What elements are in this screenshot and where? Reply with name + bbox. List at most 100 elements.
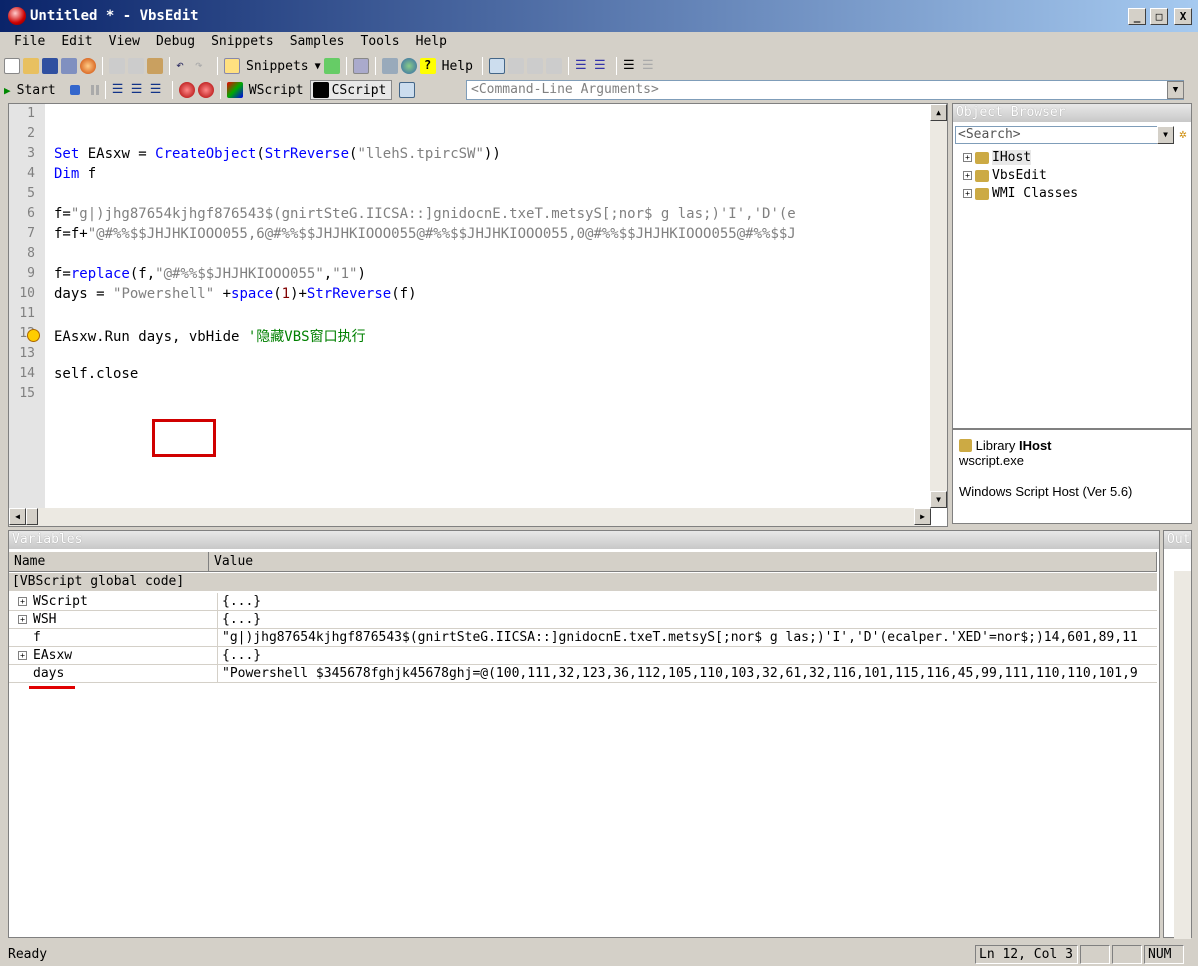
menu-debug[interactable]: Debug <box>148 32 203 52</box>
snippets-button[interactable]: Snippets <box>243 59 312 74</box>
variable-row[interactable]: days "Powershell $345678fghjk45678ghj=@(1… <box>9 665 1157 683</box>
title-bar: Untitled * - VbsEdit <box>0 0 1198 32</box>
clear-breakpoints-icon[interactable] <box>197 82 214 98</box>
code-editor[interactable]: 123456789101112131415 Set EAsxw = Create… <box>8 103 948 527</box>
expand-icon[interactable]: + <box>963 189 972 198</box>
pause-icon[interactable] <box>90 85 99 95</box>
start-button[interactable]: Start <box>14 83 59 98</box>
variable-name: f <box>33 630 41 645</box>
variable-name: EAsxw <box>33 648 73 663</box>
menu-tools[interactable]: Tools <box>353 32 408 52</box>
expand-icon[interactable]: + <box>18 597 27 606</box>
minimize-button[interactable]: _ <box>1128 8 1146 25</box>
output-scrollbar[interactable] <box>1174 571 1191 939</box>
bookmark-icon[interactable] <box>488 58 505 74</box>
editor-vertical-scrollbar[interactable]: ▲ ▼ <box>930 104 947 508</box>
code-line[interactable]: f=f+"@#%%$$JHJHKIOOO055,6@#%%$$JHJHKIOOO… <box>54 226 796 242</box>
clear-bookmarks-icon[interactable] <box>545 58 562 74</box>
open-icon[interactable] <box>23 58 39 74</box>
code-line[interactable]: days = "Powershell" +space(1)+StrReverse… <box>54 286 417 302</box>
line-number: 15 <box>19 386 35 401</box>
stop-icon[interactable] <box>69 85 80 95</box>
help-button[interactable]: Help <box>439 59 476 74</box>
expand-icon[interactable]: + <box>963 171 972 180</box>
column-header-value[interactable]: Value <box>209 552 1157 572</box>
command-line-arguments-input[interactable]: <Command-Line Arguments> <box>466 80 1184 100</box>
prev-bookmark-icon[interactable] <box>507 58 524 74</box>
output-panel: Out <box>1163 530 1192 939</box>
indent-icon[interactable]: ☰ <box>575 58 591 74</box>
code-line[interactable]: Dim f <box>54 166 96 182</box>
menu-edit[interactable]: Edit <box>53 32 100 52</box>
expand-icon[interactable]: + <box>963 153 972 162</box>
toggle-panel-icon[interactable] <box>352 58 369 74</box>
menu-snippets[interactable]: Snippets <box>203 32 282 52</box>
snippets-icon <box>224 58 240 74</box>
expand-icon[interactable]: + <box>18 651 27 660</box>
variable-value: "Powershell $345678fghjk45678ghj=@(100,1… <box>217 665 1138 682</box>
variable-row[interactable]: + EAsxw {...} <box>9 647 1157 665</box>
code-line[interactable]: f=replace(f,"@#%%$$JHJHKIOOO055","1") <box>54 266 366 282</box>
code-line[interactable]: self.close <box>54 366 138 382</box>
object-search-input[interactable]: <Search> <box>955 126 1165 144</box>
next-bookmark-icon[interactable] <box>526 58 543 74</box>
column-header-name[interactable]: Name <box>9 552 209 572</box>
variable-value: {...} <box>217 647 261 664</box>
cscript-button[interactable]: CScript <box>309 80 393 100</box>
tree-item[interactable]: + VbsEdit <box>963 168 1047 183</box>
chevron-down-icon[interactable]: ▼ <box>315 61 321 72</box>
step-out-icon[interactable]: ☰ <box>150 82 166 98</box>
expand-icon[interactable]: + <box>18 615 27 624</box>
editor-horizontal-scrollbar[interactable]: ◀ ▶ <box>9 508 931 526</box>
group-row[interactable]: [VBScript global code] <box>9 573 1157 591</box>
outdent-icon[interactable]: ☰ <box>594 58 610 74</box>
step-over-icon[interactable]: ☰ <box>131 82 147 98</box>
tree-item-label: WMI Classes <box>992 186 1079 201</box>
wscript-button[interactable]: WScript <box>246 83 307 98</box>
variable-name: days <box>33 666 65 681</box>
tree-item[interactable]: + WMI Classes <box>963 186 1078 201</box>
library-icon <box>959 439 972 452</box>
menu-file[interactable]: File <box>6 32 53 52</box>
run-orb-icon[interactable] <box>80 58 96 74</box>
arguments-icon[interactable] <box>399 82 416 98</box>
help-icon: ? <box>419 58 436 74</box>
add-snippet-icon[interactable] <box>323 58 340 74</box>
uncomment-icon[interactable]: ☰ <box>642 58 658 74</box>
menu-samples[interactable]: Samples <box>282 32 353 52</box>
code-line[interactable]: EAsxw.Run days, vbHide '隐藏VBS窗口执行 <box>54 326 366 346</box>
paste-icon[interactable] <box>147 58 163 74</box>
variable-row[interactable]: + WSH {...} <box>9 611 1157 629</box>
maximize-button[interactable]: □ <box>1150 8 1168 25</box>
comment-icon[interactable]: ☰ <box>623 58 639 74</box>
app-icon[interactable] <box>8 7 26 25</box>
step-into-icon[interactable]: ☰ <box>112 82 128 98</box>
save-icon[interactable] <box>42 58 58 74</box>
code-line[interactable]: f="g|)jhg87654kjhgf876543$(gnirtSteG.IIC… <box>54 206 796 222</box>
line-number: 10 <box>19 286 35 301</box>
find-icon[interactable] <box>381 58 398 74</box>
arguments-dropdown-button[interactable]: ▼ <box>1167 81 1184 99</box>
copy-icon[interactable] <box>128 58 144 74</box>
line-number: 14 <box>19 366 35 381</box>
main-toolbar: ↶ ↷ Snippets ▼ ? Help ☰ ☰ ☰ ☰ <box>4 54 658 78</box>
search-dropdown-button[interactable]: ▼ <box>1157 126 1174 144</box>
variable-name: WSH <box>33 612 57 627</box>
variable-row[interactable]: + WScript {...} <box>9 593 1157 611</box>
variable-row[interactable]: f "g|)jhg87654kjhgf876543$(gnirtSteG.IICS… <box>9 629 1157 647</box>
menu-help[interactable]: Help <box>408 32 455 52</box>
settings-icon[interactable]: ✲ <box>1179 127 1187 142</box>
close-button[interactable]: X <box>1174 8 1192 25</box>
tree-item[interactable]: + IHost <box>963 150 1032 165</box>
breakpoint-icon[interactable] <box>178 82 195 98</box>
globe-icon[interactable] <box>400 58 417 74</box>
menu-view[interactable]: View <box>101 32 148 52</box>
line-number: 6 <box>27 206 35 221</box>
undo-icon[interactable]: ↶ <box>176 58 192 74</box>
code-line[interactable]: Set EAsxw = CreateObject(StrReverse("lle… <box>54 146 501 162</box>
redo-icon[interactable]: ↷ <box>195 58 211 74</box>
new-file-icon[interactable] <box>4 58 20 74</box>
print-icon[interactable] <box>61 58 77 74</box>
line-number: 4 <box>27 166 35 181</box>
cut-icon[interactable] <box>109 58 125 74</box>
